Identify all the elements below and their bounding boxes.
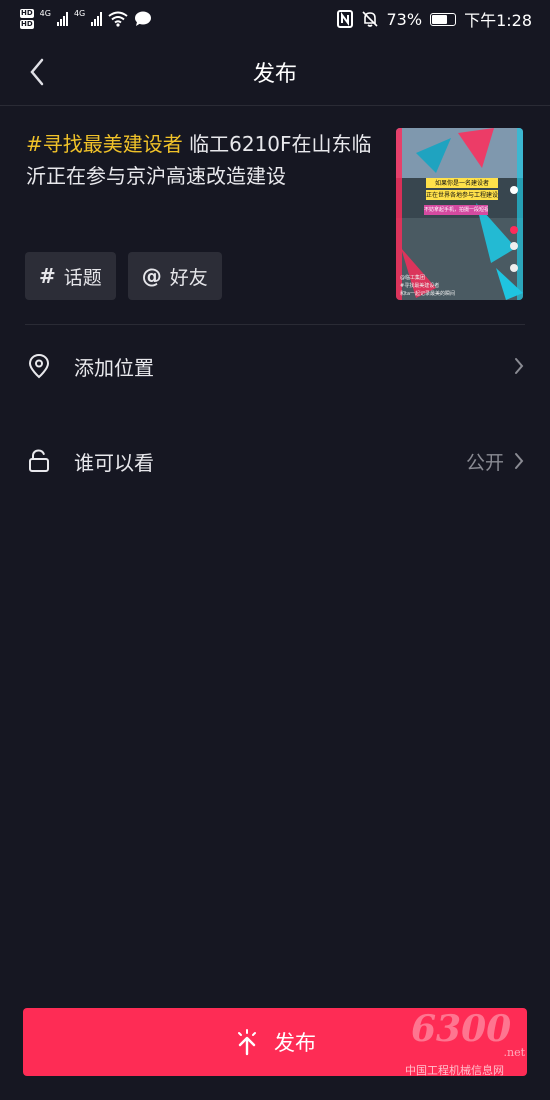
location-pin-icon — [28, 353, 50, 379]
mute-icon — [361, 11, 378, 27]
chevron-left-icon[interactable] — [24, 56, 52, 88]
add-location-row[interactable]: 添加位置 — [0, 331, 550, 401]
visibility-label: 谁可以看 — [74, 450, 154, 475]
battery-icon — [430, 12, 457, 26]
thumbnail-banner-1: 如果你是一名建设者 — [434, 180, 489, 187]
thumbnail-caption-2: 和ta一起记录最美的瞬间 — [400, 291, 456, 297]
watermark-number: 6300 — [411, 1008, 512, 1050]
battery-percent: 73% — [386, 9, 423, 29]
hashtag-icon: # — [39, 264, 56, 288]
message-icon — [135, 11, 152, 26]
thumbnail-author: @临工集团 — [400, 275, 426, 281]
watermark-site-name: 中国工程机械信息网 — [405, 1064, 504, 1077]
upload-icon — [238, 1029, 256, 1056]
thumbnail-caption-1: #寻找最美建设者 — [400, 283, 440, 289]
chevron-right-icon — [515, 358, 524, 374]
caption-tools: # 话题 @ 好友 — [25, 252, 222, 300]
topic-button[interactable]: # 话题 — [25, 252, 116, 300]
visibility-row[interactable]: 谁可以看 公开 — [0, 426, 550, 496]
add-location-label: 添加位置 — [74, 355, 154, 380]
nfc-icon — [336, 10, 353, 28]
site-watermark: 6300 .net 中国工程机械信息网 — [405, 1000, 535, 1080]
caption-input[interactable]: #寻找最美建设者 临工6210F在山东临沂正在参与京沪高速改造建设 — [26, 128, 376, 192]
hd-icon: HD HD — [20, 9, 34, 29]
network-type-1: 4G — [39, 9, 51, 18]
clock: 下午1:28 — [464, 11, 532, 30]
page-title: 发布 — [252, 61, 297, 87]
divider — [25, 324, 525, 325]
thumbnail-banner-2: 正在世界各地参与工程建设 — [426, 192, 498, 199]
status-bar: HD HD 4G 4G 73% 下午1:28 — [0, 0, 550, 38]
at-icon: @ — [141, 264, 162, 288]
mention-button[interactable]: @ 好友 — [127, 252, 222, 300]
visibility-value: 公开 — [465, 451, 504, 474]
chevron-right-icon — [515, 453, 524, 469]
caption-hashtag[interactable]: #寻找最美建设者 — [26, 132, 183, 156]
signal-icon — [56, 12, 68, 26]
thumbnail-banner-3: 不妨拿起手机，拍摄一段短视频 — [424, 207, 488, 213]
network-type-2: 4G — [73, 9, 86, 18]
signal-icon — [91, 12, 103, 26]
video-thumbnail[interactable]: 如果你是一名建设者 正在世界各地参与工程建设 不妨拿起手机，拍摄一段短视频 @临… — [396, 128, 523, 300]
topic-label: 话题 — [63, 266, 102, 289]
watermark-domain: .net — [503, 1046, 525, 1059]
wifi-icon — [108, 11, 128, 27]
unlock-icon — [29, 449, 49, 472]
nav-bar: 发布 — [0, 38, 550, 106]
mention-label: 好友 — [169, 266, 208, 289]
publish-label: 发布 — [274, 1031, 316, 1055]
battery-fill — [432, 14, 448, 24]
